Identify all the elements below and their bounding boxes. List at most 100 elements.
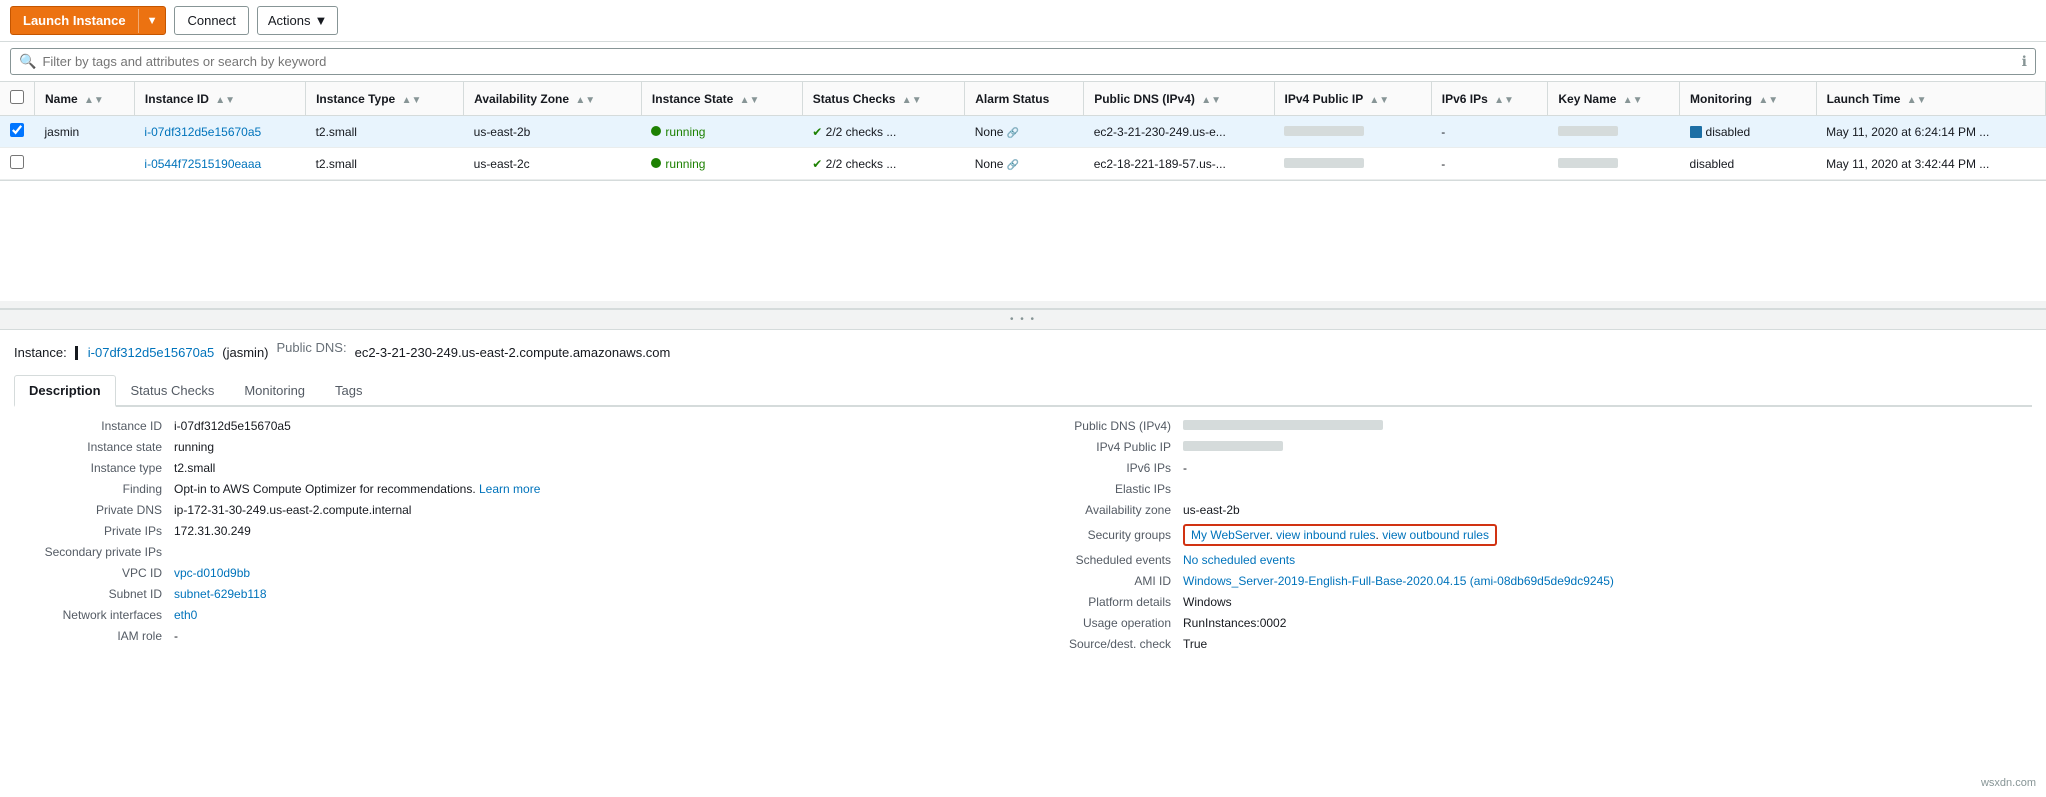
- label-source-dest: Source/dest. check: [1023, 637, 1183, 651]
- row2-alarm: None 🔗: [965, 148, 1084, 180]
- th-availability-zone[interactable]: Availability Zone ▲▼: [464, 82, 642, 116]
- tab-monitoring[interactable]: Monitoring: [229, 375, 320, 407]
- keyname-sort-icon: ▲▼: [1623, 95, 1643, 106]
- field-private-ips: Private IPs 172.31.30.249: [14, 524, 1023, 538]
- detail-dns-value: ec2-3-21-230-249.us-east-2.compute.amazo…: [355, 345, 671, 360]
- table-row[interactable]: jasmin i-07df312d5e15670a5 t2.small us-e…: [0, 116, 2046, 148]
- row1-key-blurred: [1558, 126, 1618, 136]
- value-instance-id: i-07df312d5e15670a5: [174, 419, 1023, 433]
- value-platform-details: Windows: [1183, 595, 2032, 609]
- label-vpc-id: VPC ID: [14, 566, 174, 580]
- row2-az: us-east-2c: [464, 148, 642, 180]
- horizontal-scrollbar[interactable]: [0, 301, 2046, 309]
- state-sort-icon: ▲▼: [740, 95, 760, 106]
- row1-monitoring-badge: [1690, 126, 1702, 138]
- th-instance-id[interactable]: Instance ID ▲▼: [134, 82, 305, 116]
- row1-name: jasmin: [35, 116, 135, 148]
- detail-tabs: Description Status Checks Monitoring Tag…: [14, 375, 2032, 407]
- th-ipv6-ips[interactable]: IPv6 IPs ▲▼: [1431, 82, 1548, 116]
- eth0-link[interactable]: eth0: [174, 608, 197, 622]
- value-ipv4-public: [1183, 440, 2032, 454]
- row2-checkbox[interactable]: [10, 155, 24, 169]
- value-private-dns: ip-172-31-30-249.us-east-2.compute.inter…: [174, 503, 1023, 517]
- th-key-name[interactable]: Key Name ▲▼: [1548, 82, 1680, 116]
- th-instance-state[interactable]: Instance State ▲▼: [641, 82, 802, 116]
- th-status-checks[interactable]: Status Checks ▲▼: [802, 82, 965, 116]
- ami-id-link[interactable]: Windows_Server-2019-English-Full-Base-20…: [1183, 574, 1614, 588]
- field-iam-role: IAM role -: [14, 629, 1023, 643]
- launch-instance-main[interactable]: Launch Instance: [11, 7, 138, 34]
- ipv4-public-blurred: [1183, 441, 1283, 451]
- tab-tags[interactable]: Tags: [320, 375, 377, 407]
- label-instance-id: Instance ID: [14, 419, 174, 433]
- row2-monitoring: disabled: [1680, 148, 1817, 180]
- field-instance-id: Instance ID i-07df312d5e15670a5: [14, 419, 1023, 433]
- resize-handle[interactable]: • • •: [0, 309, 2046, 330]
- info-icon[interactable]: ℹ: [2022, 53, 2027, 70]
- value-vpc-id: vpc-d010d9bb: [174, 566, 1023, 580]
- row2-checkbox-cell: [0, 148, 35, 180]
- subnet-link[interactable]: subnet-629eb118: [174, 587, 267, 601]
- scheduled-events-link[interactable]: No scheduled events: [1183, 553, 1295, 567]
- outbound-rules-link[interactable]: view outbound rules: [1382, 528, 1489, 542]
- row1-ipv4: [1274, 116, 1431, 148]
- field-ipv6-ips: IPv6 IPs -: [1023, 461, 2032, 475]
- th-launch-time[interactable]: Launch Time ▲▼: [1816, 82, 2045, 116]
- watermark: wsxdn.com: [1981, 777, 2036, 789]
- public-dns-blurred: [1183, 420, 1383, 430]
- th-instance-type[interactable]: Instance Type ▲▼: [306, 82, 464, 116]
- row2-ipv4: [1274, 148, 1431, 180]
- field-elastic-ips: Elastic IPs: [1023, 482, 2032, 496]
- row1-state-dot: [651, 126, 661, 136]
- search-input[interactable]: [42, 54, 2015, 69]
- detail-right-col: Public DNS (IPv4) IPv4 Public IP IPv6 IP…: [1023, 419, 2032, 658]
- th-monitoring[interactable]: Monitoring ▲▼: [1680, 82, 1817, 116]
- launch-sort-icon: ▲▼: [1907, 95, 1927, 106]
- vpc-link[interactable]: vpc-d010d9bb: [174, 566, 250, 580]
- checks-sort-icon: ▲▼: [902, 95, 922, 106]
- search-icon: 🔍: [19, 53, 36, 70]
- label-private-ips: Private IPs: [14, 524, 174, 538]
- th-public-dns[interactable]: Public DNS (IPv4) ▲▼: [1084, 82, 1274, 116]
- detail-instance-id-link[interactable]: i-07df312d5e15670a5: [88, 345, 215, 360]
- row1-state: running: [641, 116, 802, 148]
- detail-instance-name: (jasmin): [222, 345, 268, 360]
- label-private-dns: Private DNS: [14, 503, 174, 517]
- label-network-interfaces: Network interfaces: [14, 608, 174, 622]
- type-sort-icon: ▲▼: [402, 95, 422, 106]
- label-secondary-ips: Secondary private IPs: [14, 545, 174, 559]
- row1-id-link[interactable]: i-07df312d5e15670a5: [144, 125, 261, 139]
- instance-prefix-label: Instance:: [14, 345, 67, 360]
- row2-id-link[interactable]: i-0544f72515190eaaa: [144, 157, 261, 171]
- detail-left-col: Instance ID i-07df312d5e15670a5 Instance…: [14, 419, 1023, 658]
- value-instance-type: t2.small: [174, 461, 1023, 475]
- inbound-rules-link[interactable]: view inbound rules: [1276, 528, 1375, 542]
- launch-instance-button[interactable]: Launch Instance ▼: [10, 6, 166, 35]
- value-ipv6-ips: -: [1183, 461, 2032, 475]
- actions-chevron-icon: ▼: [315, 13, 328, 28]
- row2-ipv6: -: [1431, 148, 1548, 180]
- value-security-groups: My WebServer. view inbound rules. view o…: [1183, 524, 2032, 546]
- field-private-dns: Private DNS ip-172-31-30-249.us-east-2.c…: [14, 503, 1023, 517]
- th-checkbox[interactable]: [0, 82, 35, 116]
- field-vpc-id: VPC ID vpc-d010d9bb: [14, 566, 1023, 580]
- label-platform-details: Platform details: [1023, 595, 1183, 609]
- launch-instance-dropdown[interactable]: ▼: [138, 9, 166, 33]
- tab-description[interactable]: Description: [14, 375, 116, 407]
- learn-more-link[interactable]: Learn more: [479, 482, 540, 496]
- connect-button[interactable]: Connect: [174, 6, 248, 35]
- th-name[interactable]: Name ▲▼: [35, 82, 135, 116]
- th-ipv4-public-ip[interactable]: IPv4 Public IP ▲▼: [1274, 82, 1431, 116]
- instances-table-wrap: Name ▲▼ Instance ID ▲▼ Instance Type ▲▼ …: [0, 82, 2046, 181]
- row1-check-icon: ✔: [812, 125, 822, 139]
- row1-checkbox-cell: [0, 116, 35, 148]
- select-all-checkbox[interactable]: [10, 90, 24, 104]
- detail-dns-label: Public DNS:: [277, 340, 347, 355]
- table-row[interactable]: i-0544f72515190eaaa t2.small us-east-2c …: [0, 148, 2046, 180]
- row2-type: t2.small: [306, 148, 464, 180]
- row1-checkbox[interactable]: [10, 123, 24, 137]
- th-alarm-status[interactable]: Alarm Status: [965, 82, 1084, 116]
- actions-button[interactable]: Actions ▼: [257, 6, 339, 35]
- tab-status-checks[interactable]: Status Checks: [116, 375, 230, 407]
- security-group-link[interactable]: My WebServer: [1191, 528, 1269, 542]
